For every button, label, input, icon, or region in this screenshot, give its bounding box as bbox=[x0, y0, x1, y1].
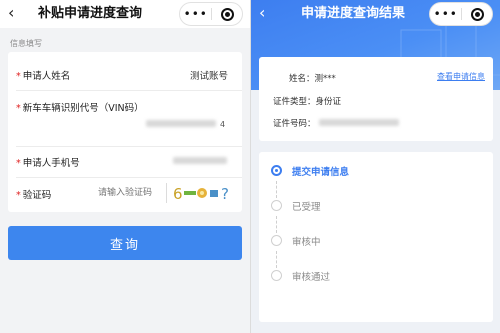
chevron-left-icon[interactable]: ‹ bbox=[259, 3, 265, 23]
svg-text:6: 6 bbox=[173, 185, 183, 203]
right-title-bar: ‹ 申请进度查询结果 ••• bbox=[251, 0, 500, 28]
step-label: 审核中 bbox=[292, 237, 321, 248]
name-value: 测*** bbox=[314, 74, 336, 84]
vin-label: 新车车辆识别代号（VIN码） bbox=[22, 103, 144, 114]
captcha-input[interactable] bbox=[98, 185, 158, 201]
query-button[interactable]: 查询 bbox=[8, 226, 242, 260]
step-label: 提交申请信息 bbox=[292, 167, 350, 178]
name-field[interactable]: 测试账号 bbox=[190, 68, 228, 82]
phone-label: 申请人手机号 bbox=[22, 158, 80, 169]
step-dot bbox=[271, 235, 282, 246]
divider bbox=[16, 177, 242, 178]
id-type-value: 身份证 bbox=[315, 97, 342, 107]
step-label: 审核通过 bbox=[292, 272, 331, 283]
divider bbox=[16, 90, 242, 91]
phone-field[interactable] bbox=[173, 157, 227, 164]
required-mark: * bbox=[16, 71, 21, 82]
name-row[interactable]: * 申请人姓名 测试账号 bbox=[16, 68, 234, 82]
chevron-left-icon[interactable]: ‹ bbox=[8, 3, 14, 23]
name-key: 姓名： bbox=[289, 74, 315, 84]
divider bbox=[16, 146, 242, 147]
id-no-key: 证件号码： bbox=[273, 119, 316, 129]
captcha-label: 验证码 bbox=[22, 190, 52, 201]
step-label: 已受理 bbox=[292, 202, 321, 213]
close-mini-program-icon[interactable] bbox=[462, 7, 492, 21]
vin-field[interactable]: 4 bbox=[220, 120, 225, 129]
vin-value-blurred bbox=[146, 120, 216, 127]
more-icon[interactable]: ••• bbox=[430, 3, 461, 25]
name-row: 姓名：测*** bbox=[289, 72, 336, 84]
required-mark: * bbox=[16, 190, 21, 201]
applicant-info-card: 姓名：测*** 查看申请信息 证件类型：身份证 证件号码： bbox=[259, 57, 493, 141]
step-connector bbox=[276, 216, 277, 233]
page-title: 补贴申请进度查询 bbox=[38, 6, 143, 21]
step-dot bbox=[271, 200, 282, 211]
mini-program-capsule: ••• bbox=[429, 2, 493, 26]
svg-text:?: ? bbox=[221, 185, 229, 203]
right-screen: ‹ 申请进度查询结果 ••• 姓名：测*** 查看申请信息 证件类型：身份证 证… bbox=[250, 0, 500, 333]
id-type-key: 证件类型： bbox=[273, 97, 316, 107]
id-type-row: 证件类型：身份证 bbox=[273, 95, 341, 107]
close-mini-program-icon[interactable] bbox=[212, 7, 242, 21]
section-label: 信息填写 bbox=[10, 39, 42, 48]
captcha-row: *验证码 6 ? bbox=[16, 183, 234, 203]
left-title-bar: ‹ 补贴申请进度查询 ••• bbox=[0, 0, 250, 28]
more-icon[interactable]: ••• bbox=[180, 3, 211, 25]
id-no-value-blurred bbox=[319, 119, 399, 126]
step-connector bbox=[276, 181, 277, 198]
id-no-row: 证件号码： bbox=[273, 117, 316, 129]
view-application-link[interactable]: 查看申请信息 bbox=[437, 71, 485, 82]
captcha-divider bbox=[166, 183, 167, 203]
required-mark: * bbox=[16, 158, 21, 169]
page-title: 申请进度查询结果 bbox=[301, 6, 406, 21]
query-form: * 申请人姓名 测试账号 * 新车车辆识别代号（VIN码） 4 * 申请人手机号 * 验… bbox=[8, 52, 242, 212]
required-mark: * bbox=[16, 103, 21, 114]
captcha-image[interactable]: 6 ? bbox=[172, 182, 234, 204]
step-dot-active bbox=[271, 165, 282, 176]
step-connector bbox=[276, 251, 277, 268]
progress-steps-card: 提交申请信息 已受理 审核中 审核通过 bbox=[259, 152, 493, 322]
vin-row[interactable]: * 新车车辆识别代号（VIN码） bbox=[16, 100, 234, 114]
step-dot bbox=[271, 270, 282, 281]
mini-program-capsule: ••• bbox=[179, 2, 243, 26]
left-screen: ‹ 补贴申请进度查询 ••• 信息填写 * 申请人姓名 测试账号 * 新车车辆识别代… bbox=[0, 0, 250, 333]
name-label: 申请人姓名 bbox=[22, 71, 71, 82]
